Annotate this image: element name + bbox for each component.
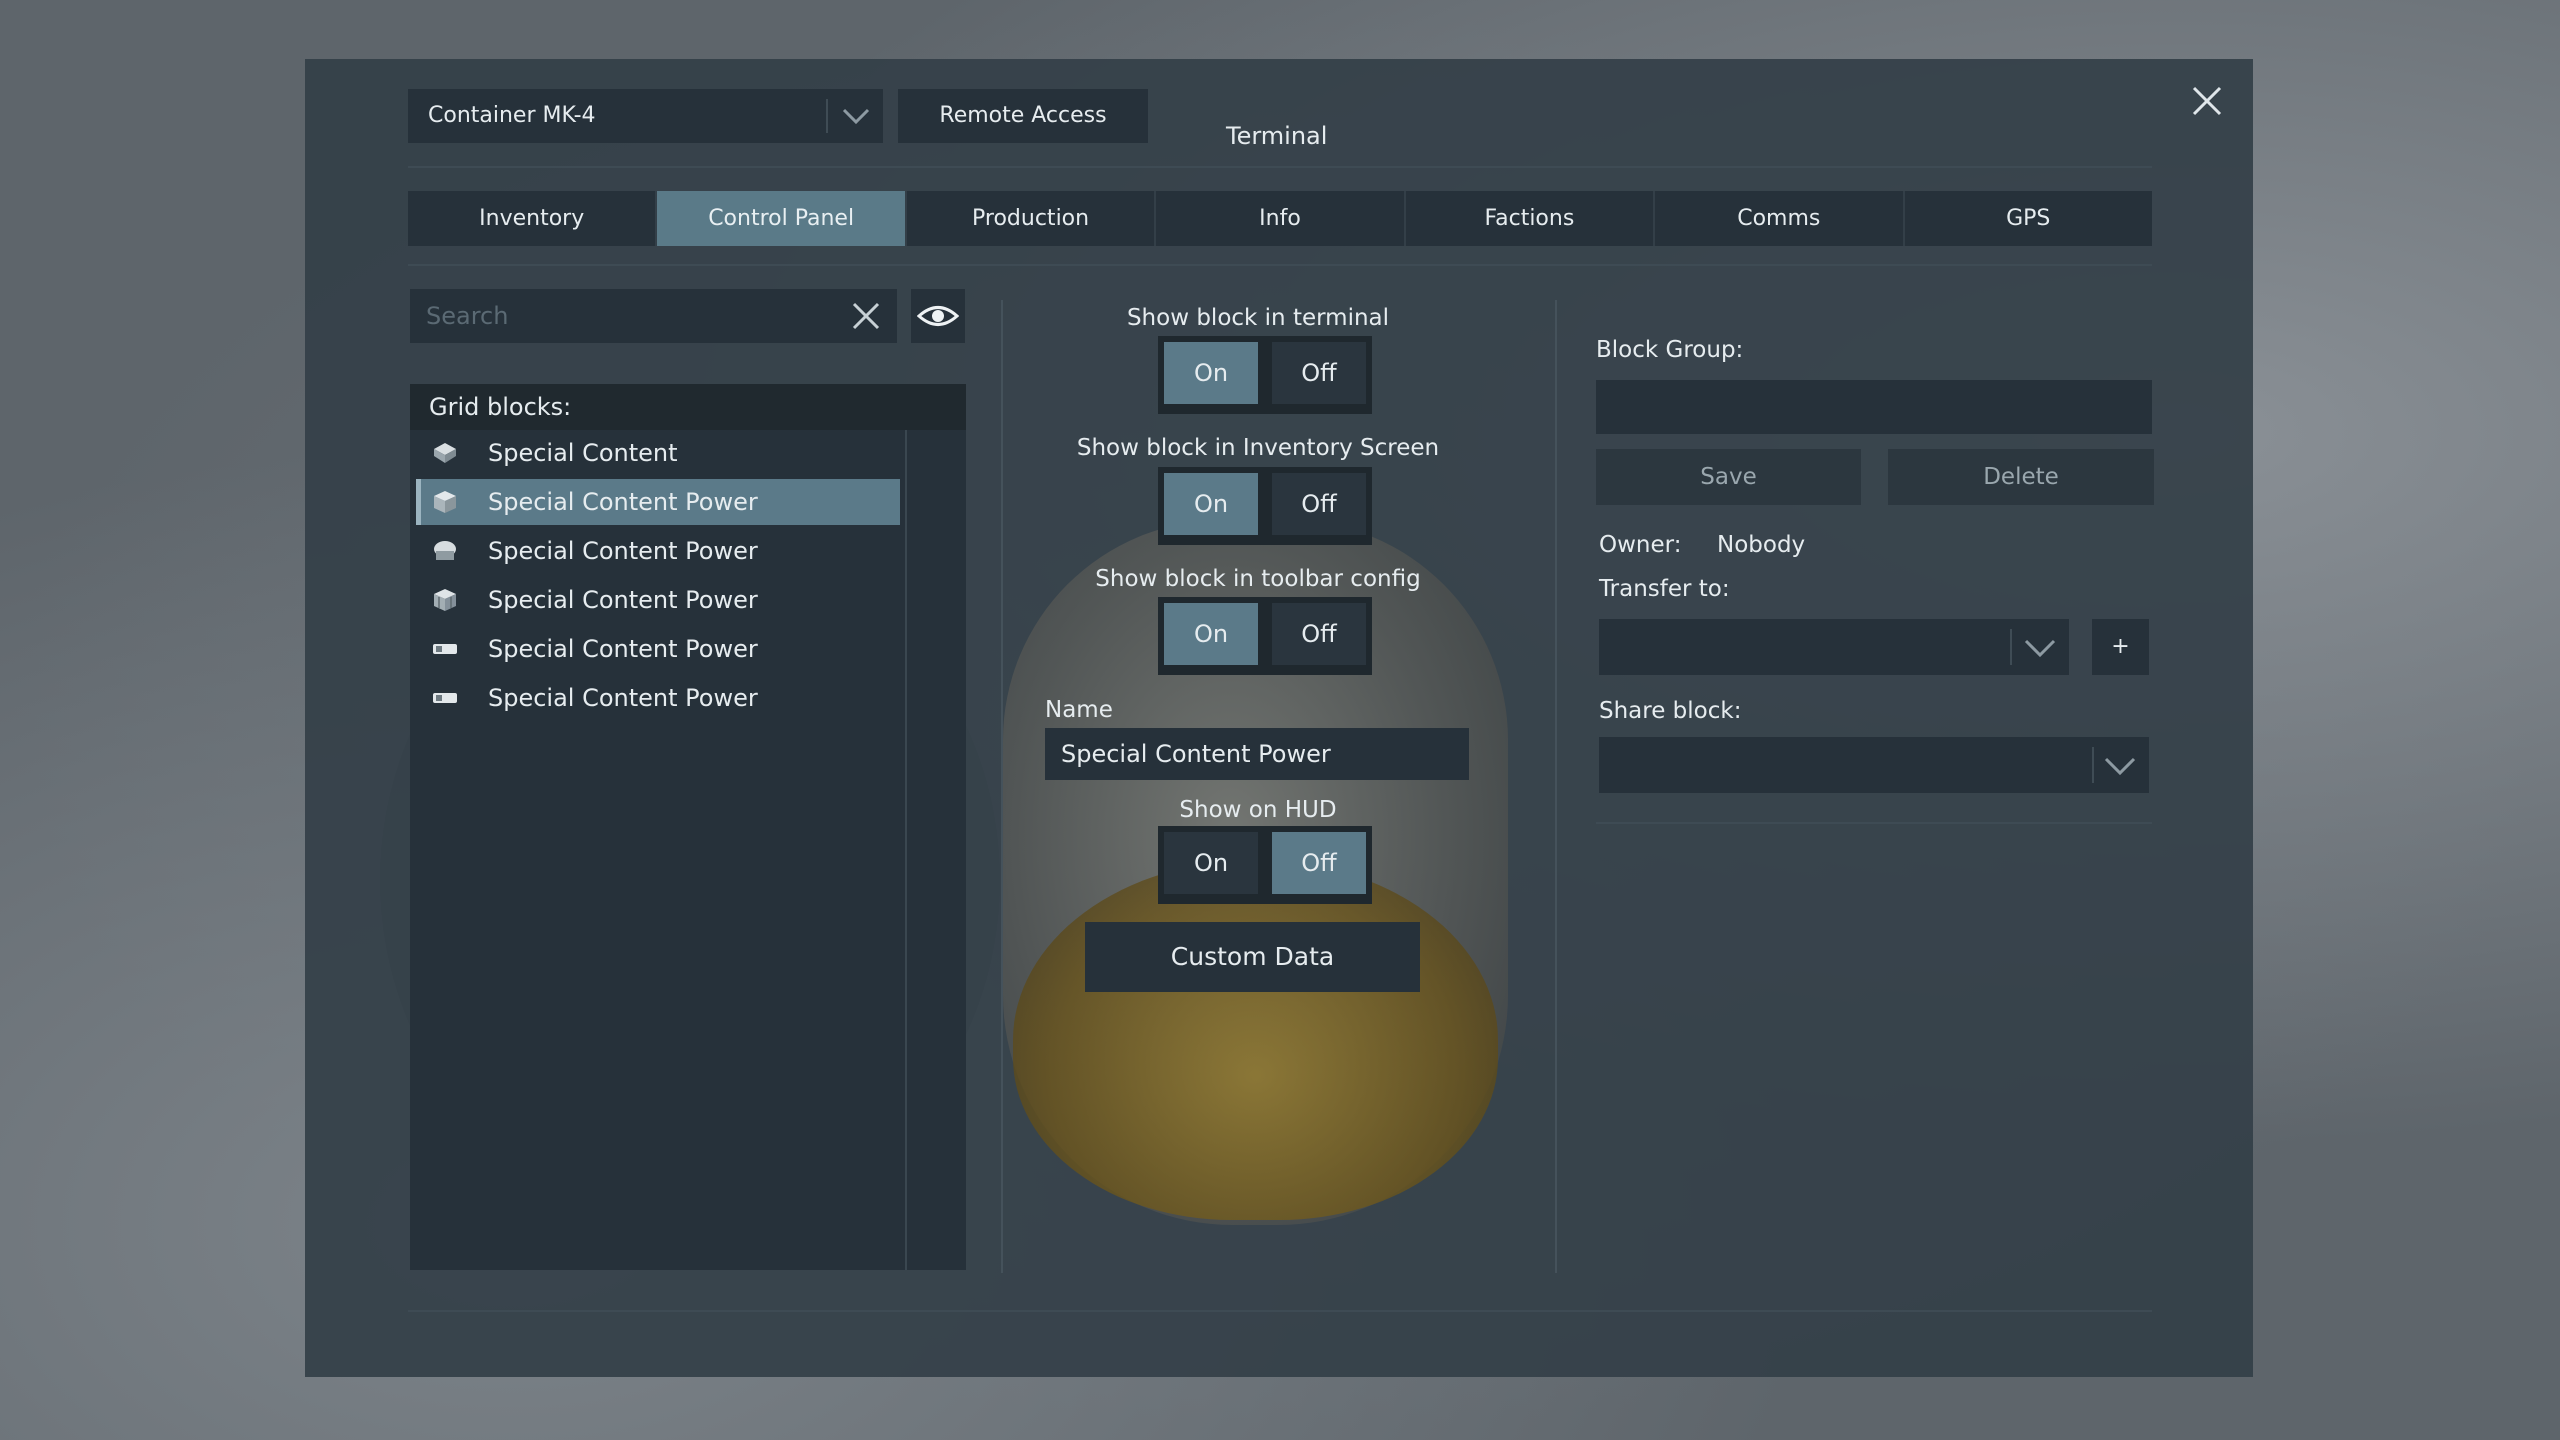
dropdown-separator (2092, 747, 2094, 783)
close-icon[interactable] (2190, 84, 2224, 118)
list-item[interactable]: Special Content Power (416, 626, 900, 672)
list-item[interactable]: Special Content (416, 430, 900, 476)
tab-control-panel[interactable]: Control Panel (657, 191, 907, 246)
share-block-label: Share block: (1599, 698, 1742, 724)
gem-block-icon (434, 443, 456, 463)
show-in-terminal-on-button[interactable]: On (1164, 342, 1258, 404)
list-item-label: Special Content Power (488, 684, 758, 712)
show-on-hud-label: Show on HUD (1179, 797, 1337, 823)
show-on-hud-on-button[interactable]: On (1164, 832, 1258, 894)
container-select-value: Container MK-4 (428, 103, 596, 128)
custom-data-button[interactable]: Custom Data (1085, 922, 1420, 992)
search-input[interactable]: Search (410, 289, 897, 343)
show-in-inventory-label: Show block in Inventory Screen (1076, 435, 1440, 461)
tab-gps[interactable]: GPS (1905, 191, 2152, 246)
show-in-toolbar-toggle: On Off (1158, 597, 1372, 675)
show-in-toolbar-off-button[interactable]: Off (1272, 603, 1366, 665)
show-on-hud-off-button[interactable]: Off (1272, 832, 1366, 894)
name-label: Name (1045, 697, 1113, 723)
column-divider-right (1555, 300, 1557, 1273)
block-preview-model-base (1013, 860, 1498, 1220)
delete-button[interactable]: Delete (1888, 449, 2154, 505)
grid-blocks-title: Grid blocks: (429, 393, 572, 421)
search-placeholder: Search (426, 302, 509, 330)
list-scrollbar[interactable] (905, 430, 907, 1270)
save-button[interactable]: Save (1596, 449, 1861, 505)
show-in-inventory-toggle: On Off (1158, 467, 1372, 545)
clear-search-icon[interactable] (852, 302, 880, 330)
add-transfer-button[interactable]: + (2092, 619, 2149, 675)
window-title: Terminal (1226, 122, 1328, 150)
tab-info[interactable]: Info (1156, 191, 1406, 246)
list-item[interactable]: Special Content Power (416, 675, 900, 721)
chevron-down-icon[interactable] (2102, 753, 2138, 779)
dome-block-icon (434, 541, 456, 560)
dropdown-separator (826, 99, 828, 133)
name-field-value: Special Content Power (1061, 740, 1331, 768)
list-item-label: Special Content (488, 439, 678, 467)
right-column-divider (1596, 822, 2152, 824)
show-in-inventory-on-button[interactable]: On (1164, 473, 1258, 535)
tabs-divider (408, 264, 2152, 266)
panel-block-icon (433, 644, 457, 654)
owner-label: Owner: (1599, 532, 1682, 558)
tab-bar: Inventory Control Panel Production Info … (408, 191, 2152, 246)
list-item-label: Special Content Power (488, 537, 758, 565)
cube-block-icon (434, 491, 456, 513)
toggle-visibility-button[interactable] (911, 289, 965, 343)
block-group-label: Block Group: (1596, 337, 1744, 363)
show-in-inventory-off-button[interactable]: Off (1272, 473, 1366, 535)
share-block-select[interactable] (1599, 737, 2149, 793)
panel-block-icon (433, 693, 457, 703)
chevron-down-icon[interactable] (840, 104, 872, 128)
list-item-selected[interactable]: Special Content Power (416, 479, 900, 525)
footer-divider (408, 1310, 2152, 1312)
grid-blocks-list: Special Content Special Content Power Sp… (410, 430, 966, 1270)
show-in-toolbar-on-button[interactable]: On (1164, 603, 1258, 665)
show-in-terminal-label: Show block in terminal (1126, 305, 1390, 331)
owner-value: Nobody (1717, 532, 1806, 558)
remote-access-button[interactable]: Remote Access (898, 89, 1148, 143)
tab-factions[interactable]: Factions (1406, 191, 1656, 246)
list-item[interactable]: Special Content Power (416, 577, 900, 623)
grid-blocks-header: Grid blocks: (410, 384, 966, 430)
dropdown-separator (2010, 629, 2012, 665)
list-item-label: Special Content Power (488, 586, 758, 614)
show-on-hud-toggle: On Off (1158, 826, 1372, 904)
list-item-label: Special Content Power (488, 488, 758, 516)
show-in-terminal-toggle: On Off (1158, 336, 1372, 414)
tab-production[interactable]: Production (907, 191, 1157, 246)
list-item-label: Special Content Power (488, 635, 758, 663)
transfer-select[interactable] (1599, 619, 2069, 675)
list-item[interactable]: Special Content Power (416, 528, 900, 574)
transfer-label: Transfer to: (1599, 576, 1730, 602)
show-in-toolbar-label: Show block in toolbar config (1095, 566, 1421, 592)
container-select[interactable]: Container MK-4 (408, 89, 883, 143)
name-field[interactable]: Special Content Power (1045, 728, 1469, 780)
show-in-terminal-off-button[interactable]: Off (1272, 342, 1366, 404)
header-divider (408, 166, 2152, 168)
chevron-down-icon[interactable] (2022, 635, 2058, 661)
eye-icon (917, 306, 959, 326)
crate-block-icon (434, 589, 456, 611)
tab-inventory[interactable]: Inventory (408, 191, 658, 246)
tab-comms[interactable]: Comms (1655, 191, 1905, 246)
block-group-field[interactable] (1596, 380, 2152, 434)
